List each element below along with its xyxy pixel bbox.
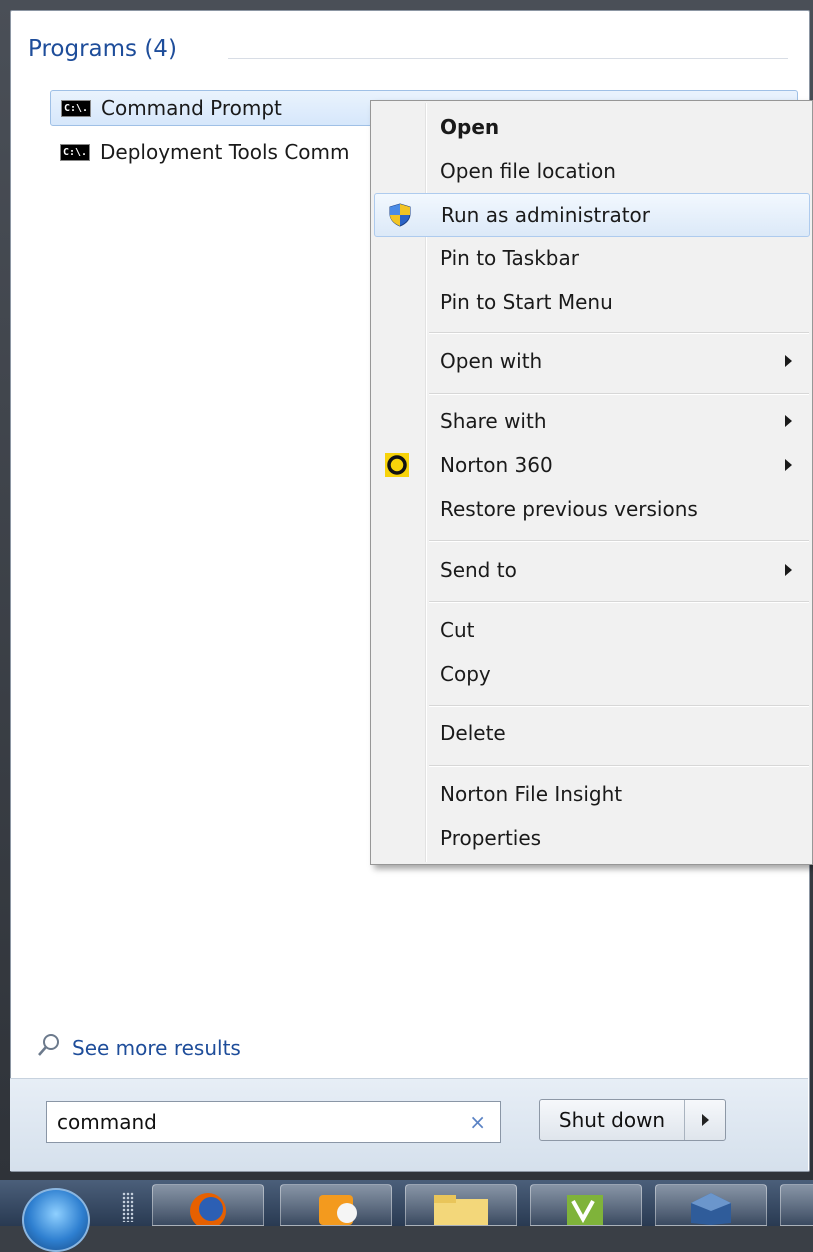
menu-item-label: Restore previous versions: [440, 497, 698, 521]
menu-item-norton-360[interactable]: Norton 360: [374, 445, 810, 485]
taskbar-outlook[interactable]: [280, 1184, 392, 1226]
taskbar-grip: [122, 1192, 134, 1222]
menu-item-pin-to-taskbar[interactable]: Pin to Taskbar: [374, 238, 810, 278]
menu-separator: [429, 765, 809, 767]
start-menu-bottom-bar: × Shut down: [10, 1078, 808, 1171]
virtualbox-icon: [656, 1193, 766, 1229]
start-orb[interactable]: [22, 1188, 90, 1252]
menu-item-label: Properties: [440, 826, 542, 850]
menu-separator: [429, 601, 809, 603]
taskbar: [0, 1180, 813, 1252]
program-item-label: Deployment Tools Comm: [100, 140, 350, 164]
firefox-icon: [153, 1193, 263, 1229]
cmd-icon: C:\.: [61, 99, 91, 117]
menu-item-open-file-location[interactable]: Open file location: [374, 151, 810, 191]
menu-item-delete[interactable]: Delete: [374, 713, 810, 753]
menu-item-cut[interactable]: Cut: [374, 610, 810, 650]
search-box: ×: [46, 1101, 501, 1143]
menu-item-open[interactable]: Open: [374, 107, 810, 147]
uac-shield-icon: [387, 202, 413, 228]
magnifier-icon: [36, 1032, 62, 1063]
header-divider: [228, 58, 788, 59]
submenu-arrow-icon: [785, 564, 792, 576]
menu-separator: [429, 332, 809, 334]
menu-item-label: Run as administrator: [441, 203, 651, 227]
menu-item-label: Send to: [440, 558, 517, 582]
search-input[interactable]: [47, 1102, 462, 1142]
explorer-icon: [406, 1195, 516, 1229]
menu-item-properties[interactable]: Properties: [374, 818, 810, 858]
menu-item-label: Norton File Insight: [440, 782, 623, 806]
menu-item-copy[interactable]: Copy: [374, 654, 810, 694]
clear-search-icon[interactable]: ×: [469, 1110, 486, 1134]
menu-item-label: Copy: [440, 662, 491, 686]
shutdown-arrow-icon: [701, 1114, 709, 1126]
menu-item-label: Open: [440, 115, 500, 139]
program-item-label: Command Prompt: [101, 96, 282, 120]
menu-separator: [429, 540, 809, 542]
menu-item-label: Cut: [440, 618, 475, 642]
vmware-icon: [531, 1195, 641, 1229]
menu-item-share-with[interactable]: Share with: [374, 401, 810, 441]
menu-separator: [429, 393, 809, 395]
submenu-arrow-icon: [785, 459, 792, 471]
menu-item-label: Pin to Start Menu: [440, 290, 613, 314]
shutdown-button[interactable]: Shut down: [540, 1100, 685, 1140]
see-more-label: See more results: [72, 1035, 241, 1060]
taskbar-item-partial[interactable]: [780, 1184, 813, 1226]
menu-item-label: Open with: [440, 349, 543, 373]
see-more-results-link[interactable]: See more results: [36, 1032, 241, 1063]
menu-item-pin-to-start-menu[interactable]: Pin to Start Menu: [374, 282, 810, 322]
context-menu: Open Open file location Run as administr…: [370, 100, 813, 865]
menu-item-open-with[interactable]: Open with: [374, 341, 810, 381]
norton-icon: [384, 452, 410, 478]
menu-item-norton-file-insight[interactable]: Norton File Insight: [374, 774, 810, 814]
submenu-arrow-icon: [785, 355, 792, 367]
taskbar-vmware[interactable]: [530, 1184, 642, 1226]
taskbar-virtualbox[interactable]: [655, 1184, 767, 1226]
outlook-icon: [281, 1195, 391, 1229]
shutdown-button-group: Shut down: [539, 1099, 726, 1141]
taskbar-firefox[interactable]: [152, 1184, 264, 1229]
menu-item-run-as-administrator[interactable]: Run as administrator: [374, 193, 810, 237]
submenu-arrow-icon: [785, 415, 792, 427]
menu-item-restore-previous-versions[interactable]: Restore previous versions: [374, 489, 810, 529]
cmd-icon: C:\.: [60, 143, 90, 161]
menu-separator: [429, 705, 809, 707]
taskbar-explorer[interactable]: [405, 1184, 517, 1226]
menu-item-label: Norton 360: [440, 453, 553, 477]
programs-header: Programs (4): [28, 36, 177, 62]
menu-item-label: Pin to Taskbar: [440, 246, 579, 270]
menu-item-send-to[interactable]: Send to: [374, 550, 810, 590]
menu-item-label: Open file location: [440, 159, 616, 183]
menu-item-label: Share with: [440, 409, 547, 433]
menu-item-label: Delete: [440, 721, 506, 745]
shutdown-options-button[interactable]: [685, 1100, 725, 1140]
